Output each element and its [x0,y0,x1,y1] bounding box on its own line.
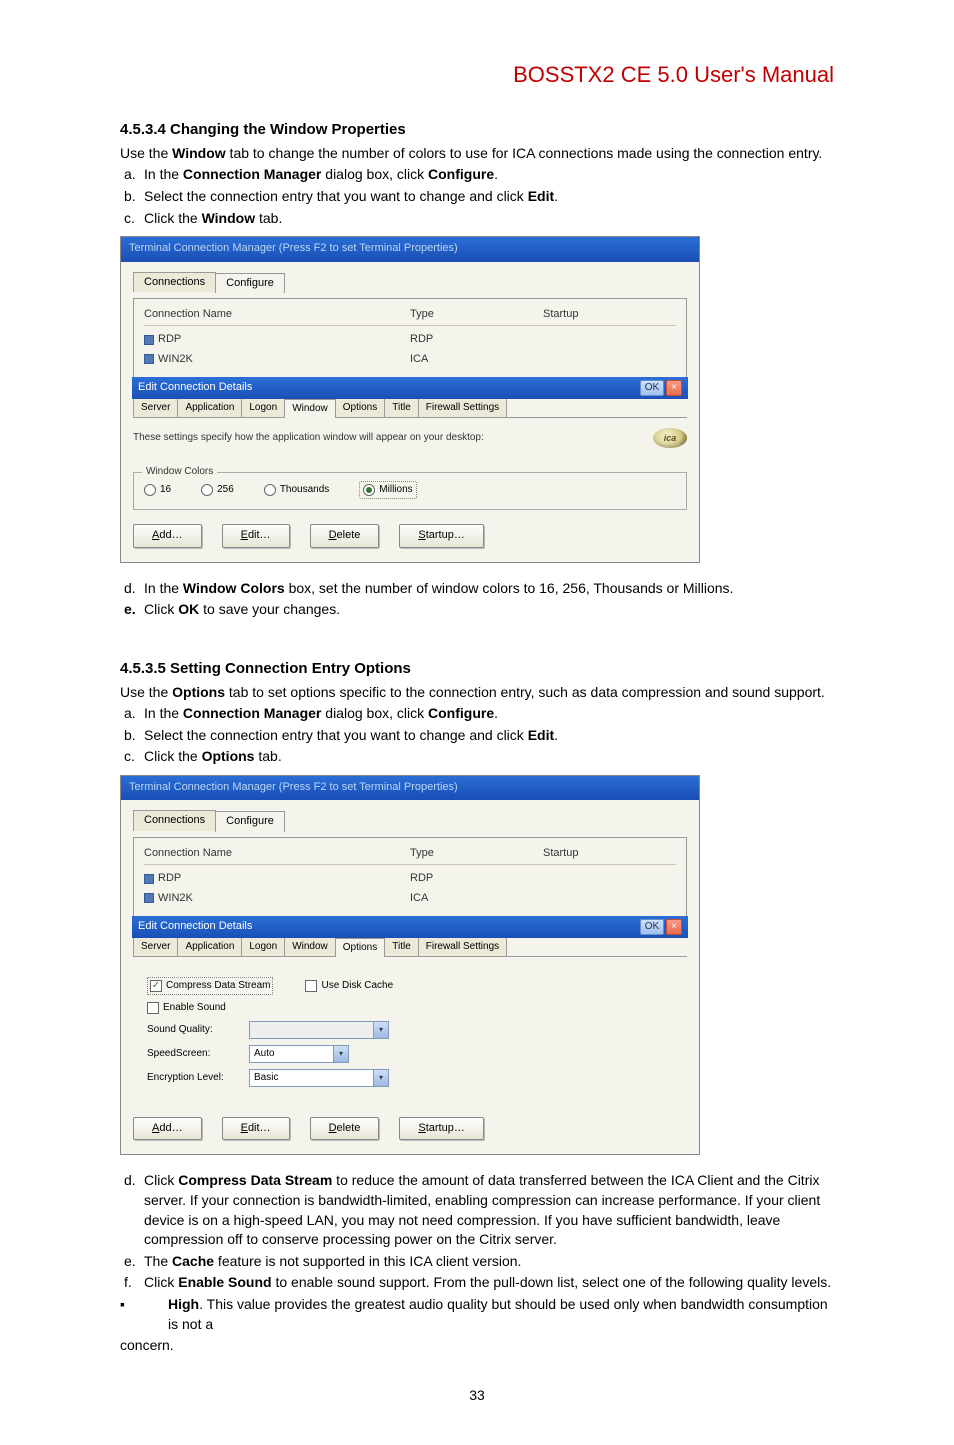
col-startup-2[interactable]: Startup [543,846,676,861]
connection-table-2: Connection Name Type Startup RDP RDP WIN… [144,846,676,908]
tab-title[interactable]: Title [384,398,419,417]
tab-server-2[interactable]: Server [133,937,178,956]
button-row-2: Add… Edit… Delete Startup… [133,1113,687,1144]
add-button[interactable]: Add… [133,524,202,547]
section-2-post: d.Click Compress Data Stream to reduce t… [120,1171,834,1293]
sound-quality-label: Sound Quality: [147,1023,237,1037]
section-1-heading: 4.5.3.4 Changing the Window Properties [120,119,834,140]
connmgr-titlebar: Terminal Connection Manager (Press F2 to… [121,237,699,261]
encryption-label: Encryption Level: [147,1071,237,1085]
tab-server[interactable]: Server [133,398,178,417]
add-button-2[interactable]: Add… [133,1117,202,1140]
section-1-post: d.In the Window Colors box, set the numb… [120,579,834,620]
checkbox-icon [150,980,162,992]
section-2-heading: 4.5.3.5 Setting Connection Entry Options [120,658,834,679]
chevron-down-icon: ▾ [333,1046,348,1062]
close-button-2[interactable]: × [666,919,682,935]
detail-tabs: Server Application Logon Window Options … [133,398,687,418]
tab-options[interactable]: Options [335,398,385,417]
encryption-combo[interactable]: Basic▾ [249,1069,389,1087]
startup-button-2[interactable]: Startup… [399,1117,483,1140]
edit-details-titlebar-2: Edit Connection Details OK × [132,916,688,938]
connection-icon [144,874,154,884]
edit-button[interactable]: Edit… [222,524,290,547]
col-type-2[interactable]: Type [410,846,543,861]
speedscreen-combo[interactable]: Auto▾ [249,1045,349,1063]
page-number: 33 [120,1386,834,1406]
connmgr-tabs-2: Connections Configure [133,810,687,830]
section-2-intro: Use the Options tab to set options speci… [120,683,834,703]
table-row[interactable]: RDP RDP [144,869,676,888]
close-button[interactable]: × [666,380,682,396]
detail-tabs-2: Server Application Logon Window Options … [133,937,687,957]
table-row[interactable]: WIN2K ICA [144,889,676,908]
section-2-steps: a.In the Connection Manager dialog box, … [120,704,834,767]
tab-window[interactable]: Window [284,399,336,418]
tab-connections[interactable]: Connections [133,272,216,292]
speedscreen-label: SpeedScreen: [147,1047,237,1061]
ok-button[interactable]: OK [640,380,664,396]
col-connection-name-2[interactable]: Connection Name [144,846,410,861]
tab-logon[interactable]: Logon [241,398,285,417]
figure-options-tab: Terminal Connection Manager (Press F2 to… [120,775,700,1155]
ica-logo-icon: ica [653,428,687,448]
tab-title-2[interactable]: Title [384,937,419,956]
tab-configure[interactable]: Configure [215,273,285,293]
chevron-down-icon: ▾ [373,1070,388,1086]
connection-table: Connection Name Type Startup RDP RDP WIN… [144,307,676,369]
chevron-down-icon: ▾ [373,1022,388,1038]
window-note: These settings specify how the applicati… [133,431,637,445]
section-1-intro: Use the Window tab to change the number … [120,144,834,164]
section-1-steps: a.In the Connection Manager dialog box, … [120,165,834,228]
tab-configure-2[interactable]: Configure [215,811,285,831]
table-row[interactable]: RDP RDP [144,330,676,349]
connection-icon [144,335,154,345]
document-title: BOSSTX2 CE 5.0 User's Manual [120,60,834,91]
delete-button[interactable]: Delete [310,524,380,547]
edit-details-titlebar: Edit Connection Details OK × [132,377,688,399]
checkbox-icon [147,1002,159,1014]
delete-button-2[interactable]: Delete [310,1117,380,1140]
tab-options-2[interactable]: Options [335,938,385,957]
connection-icon [144,354,154,364]
ok-button-2[interactable]: OK [640,919,664,935]
radio-256[interactable]: 256 [201,483,234,497]
disk-cache-checkbox[interactable]: Use Disk Cache [305,979,393,993]
tab-connections-2[interactable]: Connections [133,810,216,830]
col-startup[interactable]: Startup [543,307,676,322]
tab-application-2[interactable]: Application [177,937,242,956]
tab-window-2[interactable]: Window [284,937,336,956]
sound-quality-combo[interactable]: ▾ [249,1021,389,1039]
radio-millions[interactable]: Millions [359,481,416,499]
concern-line: concern. [120,1336,834,1356]
radio-16[interactable]: 16 [144,483,171,497]
startup-button[interactable]: Startup… [399,524,483,547]
connmgr-tabs: Connections Configure [133,272,687,292]
col-type[interactable]: Type [410,307,543,322]
bullet-high: ▪ High. This value provides the greatest… [120,1295,834,1334]
enable-sound-checkbox[interactable]: Enable Sound [147,1001,226,1015]
tab-firewall[interactable]: Firewall Settings [418,398,507,417]
tab-logon-2[interactable]: Logon [241,937,285,956]
col-connection-name[interactable]: Connection Name [144,307,410,322]
window-colors-legend: Window Colors [142,465,217,479]
tab-application[interactable]: Application [177,398,242,417]
checkbox-icon [305,980,317,992]
tab-firewall-2[interactable]: Firewall Settings [418,937,507,956]
radio-thousands[interactable]: Thousands [264,483,329,497]
edit-button-2[interactable]: Edit… [222,1117,290,1140]
compress-checkbox[interactable]: Compress Data Stream [147,977,273,995]
window-colors-group: Window Colors 16 256 Thousands Millions [133,472,687,510]
button-row: Add… Edit… Delete Startup… [133,520,687,551]
connmgr-titlebar-2: Terminal Connection Manager (Press F2 to… [121,776,699,800]
figure-window-tab: Terminal Connection Manager (Press F2 to… [120,236,700,562]
table-row[interactable]: WIN2K ICA [144,350,676,369]
connection-icon [144,893,154,903]
